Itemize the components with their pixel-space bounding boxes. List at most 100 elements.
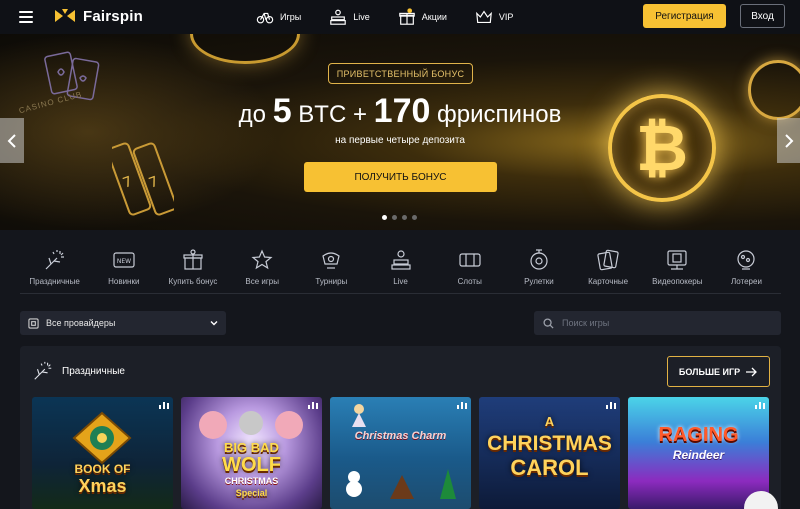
- slots-icon: [459, 253, 481, 267]
- category-label: Лотереи: [731, 277, 762, 286]
- category-live[interactable]: Live: [366, 248, 435, 293]
- provider-select[interactable]: Все провайдеры: [20, 311, 226, 335]
- chevron-down-icon: [210, 321, 218, 326]
- christmas-characters: [346, 469, 456, 499]
- logo[interactable]: Fairspin: [53, 6, 143, 26]
- game-title-line1: BOOK OF: [74, 462, 131, 476]
- game-title-line1: RAGING: [658, 424, 739, 446]
- game-title-line4: Special: [235, 488, 268, 498]
- category-roulette[interactable]: Рулетки: [504, 248, 573, 293]
- nav-live[interactable]: Live: [329, 8, 370, 26]
- slider-dot-4[interactable]: [412, 215, 417, 220]
- stats-icon: [457, 402, 467, 409]
- game-title-line2: Xmas: [78, 476, 127, 496]
- top-header: Fairspin Игры Live Акции VIP Регистрация…: [0, 0, 800, 34]
- category-label: Новинки: [108, 277, 140, 286]
- nav-games-label: Игры: [280, 12, 302, 22]
- game-search: [534, 311, 781, 335]
- category-holiday[interactable]: Праздничные: [20, 248, 89, 293]
- slider-dot-3[interactable]: [402, 215, 407, 220]
- svg-text:NEW: NEW: [117, 258, 131, 265]
- category-lottery[interactable]: Лотереи: [712, 248, 781, 293]
- new-badge-icon: NEW: [113, 252, 135, 268]
- nav-vip[interactable]: VIP: [475, 8, 514, 26]
- star-icon: [251, 249, 273, 270]
- category-label: Рулетки: [524, 277, 554, 286]
- register-button[interactable]: Регистрация: [643, 4, 726, 28]
- fireworks-icon: [45, 250, 64, 270]
- nav-vip-label: VIP: [498, 12, 514, 22]
- buy-bonus-icon: [183, 249, 203, 270]
- hero-title-mid: BTC +: [291, 101, 374, 128]
- game-tile-book-of-xmas[interactable]: BOOK OF Xmas: [32, 397, 173, 509]
- gift-icon: [398, 8, 415, 25]
- category-label: Все игры: [245, 277, 279, 286]
- category-label: Карточные: [588, 277, 629, 286]
- more-games-label: БОЛЬШЕ ИГР: [678, 366, 741, 377]
- category-videopoker[interactable]: Видеопокеры: [643, 248, 712, 293]
- hero-banner: CASINO CLUB 7 7 ₿ ПРИВЕТСТВЕННЫЙ БОНУС д…: [0, 34, 800, 230]
- provider-select-value: Все провайдеры: [46, 318, 116, 328]
- game-title-line3: CAROL: [510, 455, 589, 480]
- logo-text: Fairspin: [83, 7, 143, 25]
- game-tile-raging-reindeer[interactable]: RAGING Reindeer: [628, 397, 769, 509]
- stats-icon: [159, 402, 169, 409]
- slider-dot-2[interactable]: [392, 215, 397, 220]
- nav-games[interactable]: Игры: [256, 8, 301, 26]
- stats-icon: [606, 402, 616, 409]
- tournament-icon: [322, 252, 341, 269]
- search-input[interactable]: [562, 318, 762, 328]
- hero-title: до 5 BTC + 170 фриспинов: [0, 92, 800, 131]
- nav-promotions-label: Акции: [421, 12, 447, 22]
- game-tiles: BOOK OF Xmas BIG BAD WOLF CHRISTMAS Spec…: [32, 397, 769, 509]
- hero-title-post: фриспинов: [430, 101, 562, 128]
- category-buy-bonus[interactable]: Купить бонус: [158, 248, 227, 293]
- games-section: Праздничные БОЛЬШЕ ИГР BOOK OF Xmas BIG …: [20, 346, 781, 509]
- more-games-button[interactable]: БОЛЬШЕ ИГР: [667, 356, 770, 387]
- category-label: Праздничные: [29, 277, 80, 286]
- slider-dots: [382, 215, 417, 220]
- arrow-right-icon: [746, 367, 757, 376]
- category-card-games[interactable]: Карточные: [574, 248, 643, 293]
- section-header: Праздничные: [32, 360, 125, 382]
- category-label: Турниры: [315, 277, 348, 286]
- category-slots[interactable]: Слоты: [435, 248, 504, 293]
- category-tournaments[interactable]: Турниры: [297, 248, 366, 293]
- dealer-icon: [330, 9, 347, 25]
- provider-icon: [28, 317, 39, 329]
- get-bonus-button[interactable]: ПОЛУЧИТЬ БОНУС: [304, 162, 497, 192]
- category-new[interactable]: NEW Новинки: [89, 248, 158, 293]
- nav-promotions[interactable]: Акции: [398, 8, 447, 26]
- category-all-games[interactable]: Все игры: [228, 248, 297, 293]
- menu-icon[interactable]: [19, 11, 33, 23]
- game-tile-christmas-carol[interactable]: A CHRISTMAS CAROL: [479, 397, 620, 509]
- game-title-line1: BIG BAD: [224, 440, 279, 455]
- login-button[interactable]: Вход: [740, 4, 785, 28]
- slider-dot-1[interactable]: [382, 215, 387, 220]
- svg-text:7: 7: [147, 174, 161, 192]
- game-title-line2: Reindeer: [672, 448, 725, 462]
- game-title-line2: CHRISTMAS: [487, 432, 612, 455]
- section-title: Праздничные: [62, 365, 125, 377]
- stats-icon: [755, 402, 765, 409]
- stats-icon: [308, 402, 318, 409]
- main-nav: Игры Live Акции VIP: [256, 0, 541, 34]
- angel-figure: [352, 404, 366, 427]
- roulette-icon: [530, 249, 548, 270]
- game-tile-big-bad-wolf[interactable]: BIG BAD WOLF CHRISTMAS Special: [181, 397, 322, 509]
- hero-title-pre: до: [238, 101, 273, 128]
- category-label: Live: [393, 277, 408, 286]
- slot-reel-decoration: 7 7: [112, 142, 174, 216]
- category-label: Купить бонус: [168, 277, 218, 286]
- category-label: Слоты: [457, 277, 482, 286]
- svg-text:7: 7: [121, 174, 135, 192]
- game-title-line1: A: [544, 414, 555, 429]
- game-tile-christmas-charm[interactable]: Christmas Charm: [330, 397, 471, 509]
- game-title-line3: CHRISTMAS: [224, 476, 279, 486]
- ornament-emblem: [72, 411, 132, 465]
- category-bar: Праздничные NEW Новинки Купить бонус Все…: [20, 248, 781, 294]
- videopoker-icon: [667, 250, 687, 270]
- fireworks-icon: [34, 361, 52, 380]
- crown-icon: [475, 10, 492, 23]
- bicycle-icon: [256, 12, 274, 24]
